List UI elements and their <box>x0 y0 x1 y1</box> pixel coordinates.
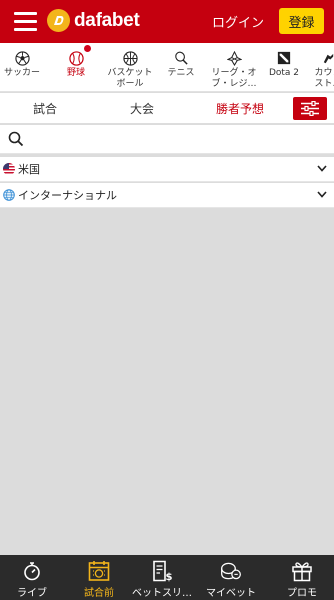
stopwatch-icon <box>21 560 43 582</box>
chevron-down-icon <box>317 165 327 172</box>
nav-label: 試合前 <box>84 588 114 599</box>
us-flag-icon <box>3 163 15 175</box>
basketball-icon <box>122 50 138 66</box>
sport-item-basketball[interactable]: バスケット ボール <box>102 43 158 91</box>
sports-bar: サッカー 野球 バスケット ボール テニス リーグ・オ ブ・レジ… Dota 2 <box>0 43 334 92</box>
register-button[interactable]: 登録 <box>279 8 324 34</box>
tennis-racket-icon <box>173 50 189 66</box>
nav-label: マイベット <box>206 588 256 599</box>
sport-label: サッカー <box>3 68 40 78</box>
sport-item-league-of-legends[interactable]: リーグ・オ ブ・レジ… <box>206 43 262 91</box>
filter-button[interactable] <box>293 97 327 120</box>
nav-label: ベットスリ… <box>132 588 192 599</box>
globe-icon <box>3 189 15 201</box>
nav-pre-match[interactable]: 試合前 <box>72 555 126 600</box>
filter-sliders-icon <box>301 101 319 116</box>
sport-label: リーグ・オ ブ・レジ… <box>211 68 257 89</box>
league-of-legends-icon <box>226 50 242 66</box>
sport-label: バスケット ボール <box>107 68 153 89</box>
sport-label: テニス <box>167 68 195 78</box>
dafabet-logo-icon <box>47 9 70 32</box>
nav-bet-slip[interactable]: $ ベットスリ… <box>132 555 192 600</box>
sport-item-counter-strike[interactable]: カウン スト… <box>306 43 334 91</box>
login-link[interactable]: ログイン <box>212 12 264 31</box>
gift-icon <box>291 560 313 582</box>
tab-outrights[interactable]: 勝者予想 <box>194 93 286 124</box>
bottom-navigation: ライブ 試合前 $ ベットスリ… マイベット プロモ <box>0 555 334 600</box>
chevron-down-icon <box>317 191 327 198</box>
coins-icon <box>220 560 242 582</box>
search-bar <box>0 125 334 154</box>
notification-badge <box>84 45 91 52</box>
baseball-icon <box>68 45 91 66</box>
soccer-ball-icon <box>14 50 30 66</box>
sport-label: Dota 2 <box>268 68 300 78</box>
region-row-usa[interactable]: 米国 <box>0 157 334 182</box>
dota2-icon <box>276 50 292 66</box>
nav-my-bets[interactable]: マイベット <box>200 555 262 600</box>
search-input[interactable] <box>30 128 320 150</box>
top-header: dafabet ログイン 登録 <box>0 0 334 43</box>
svg-text:$: $ <box>166 572 173 582</box>
bet-slip-icon: $ <box>151 560 173 582</box>
nav-promo[interactable]: プロモ <box>274 555 330 600</box>
sport-label: 野球 <box>66 68 85 78</box>
calendar-icon <box>88 560 110 582</box>
tab-matches[interactable]: 試合 <box>0 93 90 124</box>
match-tabs: 試合 大会 勝者予想 <box>0 93 334 124</box>
sport-item-baseball[interactable]: 野球 <box>54 43 98 91</box>
sport-label: カウン スト… <box>314 68 334 89</box>
search-icon <box>8 131 24 147</box>
sport-item-dota2[interactable]: Dota 2 <box>264 43 304 91</box>
counter-strike-icon <box>320 50 334 66</box>
brand-name: dafabet <box>74 9 140 31</box>
region-name: 米国 <box>18 163 40 176</box>
sport-item-tennis[interactable]: テニス <box>160 43 202 91</box>
region-name: インターナショナル <box>18 189 117 202</box>
tab-tournaments[interactable]: 大会 <box>96 93 188 124</box>
brand-logo[interactable]: dafabet <box>47 9 140 32</box>
nav-label: プロモ <box>287 588 317 599</box>
region-row-international[interactable]: インターナショナル <box>0 183 334 208</box>
menu-icon[interactable] <box>14 12 37 31</box>
nav-live[interactable]: ライブ <box>6 555 58 600</box>
sport-item-soccer[interactable]: サッカー <box>0 43 44 91</box>
nav-label: ライブ <box>17 588 47 599</box>
